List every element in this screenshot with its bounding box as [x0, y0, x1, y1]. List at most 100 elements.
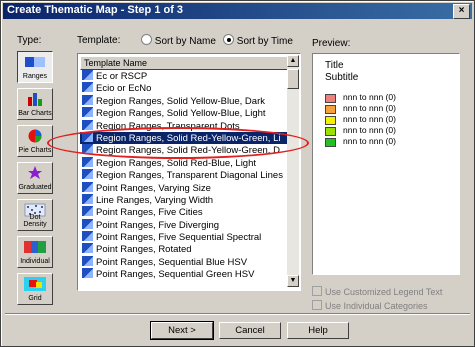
legend-swatch	[325, 138, 336, 147]
scroll-thumb[interactable]	[287, 69, 299, 89]
type-ranges-button[interactable]: Ranges	[17, 51, 53, 83]
legend-swatch	[325, 105, 336, 114]
scroll-down-icon[interactable]: ▼	[287, 275, 299, 287]
template-item-label: Region Ranges, Solid Red-Blue, Light	[96, 157, 257, 169]
template-list-item[interactable]: Ec or RSCP	[80, 70, 289, 82]
template-item-label: Line Ranges, Varying Width	[96, 194, 214, 206]
template-list-item[interactable]: Line Ranges, Varying Width	[80, 193, 289, 206]
template-icon	[82, 169, 93, 180]
type-individual-button[interactable]: Individual	[17, 236, 53, 268]
template-icon	[82, 131, 93, 142]
type-graduated-button[interactable]: Graduated	[17, 162, 53, 194]
template-item-label: Point Ranges, Five Sequential Spectral	[96, 232, 262, 244]
type-grid-button[interactable]: Grid	[17, 273, 53, 305]
template-icon	[82, 181, 93, 192]
template-icon	[82, 255, 93, 266]
type-label-bar-charts: Bar Charts	[18, 110, 52, 117]
template-item-label: Point Ranges, Five Cities	[96, 207, 203, 219]
type-pie-charts-button[interactable]: Pie Charts	[17, 125, 53, 157]
template-list-item[interactable]: Point Ranges, Five Sequential Spectral	[80, 231, 289, 243]
window-title: Create Thematic Map - Step 1 of 3	[7, 4, 184, 16]
cancel-button[interactable]: Cancel	[219, 322, 281, 339]
template-list-item[interactable]: Ecio or EcNo	[80, 82, 289, 94]
individual-icon	[24, 241, 46, 253]
template-label: Template:	[77, 35, 121, 46]
individual-categories-label: Use Individual Categories	[325, 301, 428, 311]
template-list-item[interactable]: Point Ranges, Varying Size	[80, 181, 289, 194]
template-icon	[82, 243, 93, 254]
template-icon	[82, 206, 93, 217]
template-list-item[interactable]: Region Ranges, Solid Red-Yellow-Green, D	[80, 144, 289, 156]
template-icon	[82, 193, 93, 204]
legend-label: nnn to nnn (0)	[343, 92, 396, 102]
scroll-up-icon[interactable]: ▲	[287, 55, 299, 67]
checkbox-icon	[312, 300, 322, 310]
type-label: Type:	[17, 35, 42, 46]
type-label-graduated: Graduated	[18, 184, 52, 191]
list-scrollbar[interactable]: ▲ ▼	[287, 55, 299, 287]
help-button[interactable]: Help	[287, 322, 349, 339]
use-individual-categories-checkbox[interactable]: Use Individual Categories	[312, 300, 428, 311]
close-button[interactable]: ×	[453, 4, 470, 19]
template-list-item[interactable]: Region Ranges, Transparent Dots	[80, 119, 289, 132]
template-list-item[interactable]: Point Ranges, Five Diverging	[80, 218, 289, 231]
custom-legend-label: Use Customized Legend Text	[325, 287, 443, 297]
template-icon	[82, 119, 93, 130]
type-label-dot-density: Dot Density	[23, 214, 47, 228]
legend-label: nnn to nnn (0)	[343, 136, 396, 146]
template-item-label: Region Ranges, Solid Red-Yellow-Green, L…	[96, 132, 281, 144]
thematic-map-dialog: Create Thematic Map - Step 1 of 3 × Type…	[0, 0, 475, 347]
grid-icon	[24, 277, 46, 291]
preview-title: Title	[325, 60, 344, 71]
template-item-label: Point Ranges, Sequential Green HSV	[96, 269, 255, 281]
template-rows: Ec or RSCP Ecio or EcNo Region Ranges, Sol…	[80, 70, 289, 281]
template-icon	[82, 70, 93, 80]
ranges-icon	[25, 57, 45, 67]
type-bar-charts-button[interactable]: Bar Charts	[17, 88, 53, 120]
bar-chart-icon	[28, 93, 42, 106]
template-list-item[interactable]: Region Ranges, Solid Red-Blue, Light	[80, 156, 289, 169]
template-icon	[82, 218, 93, 229]
type-label-ranges: Ranges	[22, 73, 48, 80]
checkbox-icon	[312, 286, 322, 296]
sort-by-time-label: Sort by Time	[236, 36, 293, 47]
next-button[interactable]: Next >	[150, 321, 214, 340]
title-bar: Create Thematic Map - Step 1 of 3 ×	[3, 3, 472, 19]
legend-label: nnn to nnn (0)	[343, 103, 396, 113]
use-custom-legend-checkbox[interactable]: Use Customized Legend Text	[312, 286, 442, 297]
legend-label: nnn to nnn (0)	[343, 125, 396, 135]
type-dot-density-button[interactable]: Dot Density	[17, 199, 53, 231]
template-icon	[82, 107, 93, 118]
template-list-item[interactable]: Point Ranges, Rotated	[80, 243, 289, 255]
template-item-label: Point Ranges, Varying Size	[96, 182, 211, 194]
radio-selected-icon	[223, 34, 234, 45]
sort-by-name-radio[interactable]: Sort by Name	[141, 34, 216, 47]
template-list-item[interactable]: Point Ranges, Sequential Green HSV	[80, 268, 289, 280]
template-name-header[interactable]: Template Name	[80, 56, 291, 70]
template-icon	[82, 268, 93, 279]
template-list-item[interactable]: Region Ranges, Transparent Diagonal Line…	[80, 169, 289, 181]
template-list-item[interactable]: Region Ranges, Solid Yellow-Blue, Dark	[80, 94, 289, 107]
template-list[interactable]: Template Name Ec or RSCP Ecio or EcNo Regi…	[77, 53, 301, 291]
template-list-item[interactable]: Point Ranges, Sequential Blue HSV	[80, 255, 289, 268]
template-item-label: Ec or RSCP	[96, 71, 148, 82]
template-item-label: Point Ranges, Sequential Blue HSV	[96, 256, 248, 268]
type-label-pie-charts: Pie Charts	[18, 147, 52, 154]
template-list-item[interactable]: Region Ranges, Solid Red-Yellow-Green, L…	[80, 131, 289, 145]
legend-swatch	[325, 127, 336, 136]
preview-label: Preview:	[312, 38, 351, 49]
legend-swatch	[325, 116, 336, 125]
divider	[5, 313, 470, 315]
legend-label: nnn to nnn (0)	[343, 114, 396, 124]
sort-by-time-radio[interactable]: Sort by Time	[223, 34, 293, 47]
template-icon	[82, 156, 93, 167]
legend-swatch	[325, 94, 336, 103]
template-item-label: Ecio or EcNo	[96, 83, 152, 95]
template-icon	[82, 231, 93, 242]
template-list-item[interactable]: Point Ranges, Five Cities	[80, 206, 289, 218]
template-item-label: Point Ranges, Rotated	[96, 244, 192, 256]
type-label-individual: Individual	[20, 258, 50, 265]
template-item-label: Point Ranges, Five Diverging	[96, 219, 220, 231]
template-list-item[interactable]: Region Ranges, Solid Yellow-Blue, Light	[80, 107, 289, 119]
graduated-icon	[28, 166, 42, 179]
